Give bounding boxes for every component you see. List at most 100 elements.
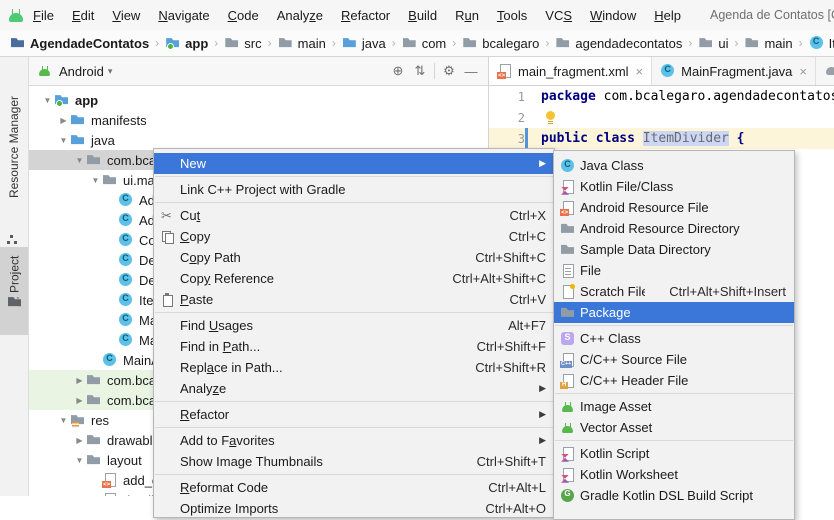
menu-build[interactable]: Build — [399, 4, 446, 27]
context-menu-item-copy-reference[interactable]: Copy ReferenceCtrl+Alt+Shift+C — [154, 268, 554, 289]
submenu-item-kotlin-script[interactable]: Kotlin Script — [554, 443, 794, 464]
menu-help[interactable]: Help — [645, 4, 690, 27]
breadcrumb-item-app[interactable]: app — [163, 35, 210, 51]
tree-collapsed-arrow-icon[interactable]: ▶ — [73, 376, 86, 385]
tree-collapsed-arrow-icon[interactable]: ▶ — [57, 116, 70, 125]
context-menu-item-reformat-code[interactable]: Reformat CodeCtrl+Alt+L — [154, 477, 554, 498]
locate-file-icon[interactable]: ⊕ — [387, 63, 409, 79]
context-menu-item-find-in-path[interactable]: Find in Path...Ctrl+Shift+F — [154, 336, 554, 357]
intention-lightbulb-icon[interactable] — [545, 110, 557, 124]
breadcrumb-item-com[interactable]: com — [400, 35, 449, 51]
menu-items: FileEditViewNavigateCodeAnalyzeRefactorB… — [24, 4, 690, 27]
submenu-item-vector-asset[interactable]: Vector Asset — [554, 417, 794, 438]
context-menu-item-replace-in-path[interactable]: Replace in Path...Ctrl+Shift+R — [154, 357, 554, 378]
menu-navigate[interactable]: Navigate — [149, 4, 218, 27]
submenu-item-android-resource-file[interactable]: Android Resource File — [554, 197, 794, 218]
class-icon — [118, 272, 134, 288]
context-menu-item-new[interactable]: New▶ — [154, 153, 554, 174]
class-icon — [809, 35, 825, 51]
breadcrumb-item-main[interactable]: main — [276, 35, 328, 51]
menu-analyze[interactable]: Analyze — [268, 4, 332, 27]
kotlin-icon — [560, 467, 576, 483]
context-menu-item-copy[interactable]: CopyCtrl+C — [154, 226, 554, 247]
android-studio-logo-icon — [8, 7, 24, 23]
hide-panel-icon[interactable]: — — [460, 64, 482, 79]
context-menu-item-add-to-favorites[interactable]: Add to Favorites▶ — [154, 430, 554, 451]
context-menu-item-optimize-imports[interactable]: Optimize ImportsCtrl+Alt+O — [154, 498, 554, 519]
menu-window[interactable]: Window — [581, 4, 645, 27]
menu-item-shortcut: Ctrl+Shift+T — [477, 454, 546, 469]
menu-view[interactable]: View — [103, 4, 149, 27]
menu-item-shortcut: Ctrl+Alt+Shift+Insert — [669, 284, 786, 299]
breadcrumb-item-itemdivider[interactable]: ItemDivider — [807, 35, 834, 51]
tab-mainfragment-java[interactable]: MainFragment.java× — [652, 57, 816, 85]
menu-edit[interactable]: Edit — [63, 4, 103, 27]
tree-item-java[interactable]: ▼ java — [29, 130, 488, 150]
menu-item-label: Image Asset — [580, 399, 786, 414]
breadcrumb-item-agendadecontatos[interactable]: AgendadeContatos — [8, 35, 151, 51]
app-folder-icon — [54, 92, 70, 108]
submenu-item-sample-data-directory[interactable]: Sample Data Directory — [554, 239, 794, 260]
tree-expanded-arrow-icon[interactable]: ▼ — [57, 136, 70, 145]
breadcrumb-label: main — [764, 36, 792, 51]
context-menu-item-paste[interactable]: PasteCtrl+V — [154, 289, 554, 310]
tree-expanded-arrow-icon[interactable]: ▼ — [57, 416, 70, 425]
context-menu-item-cut[interactable]: CutCtrl+X — [154, 205, 554, 226]
menu-item-label: Link C++ Project with Gradle — [180, 182, 546, 197]
tree-collapsed-arrow-icon[interactable]: ▶ — [73, 436, 86, 445]
context-menu-item-find-usages[interactable]: Find UsagesAlt+F7 — [154, 315, 554, 336]
submenu-item-android-resource-directory[interactable]: Android Resource Directory — [554, 218, 794, 239]
project-tool-button[interactable]: 1: Project — [0, 247, 28, 335]
menu-bar: FileEditViewNavigateCodeAnalyzeRefactorB… — [0, 0, 834, 30]
breadcrumb-item-java[interactable]: java — [340, 35, 388, 51]
breadcrumb-item-bcalegaro[interactable]: bcalegaro — [460, 35, 541, 51]
breadcrumb-item-main[interactable]: main — [742, 35, 794, 51]
package-folder-icon — [86, 372, 102, 388]
resource-manager-tool-button[interactable]: Resource Manager — [0, 67, 28, 227]
close-icon[interactable]: × — [799, 64, 807, 79]
tree-item-label: java — [91, 133, 115, 148]
menu-file[interactable]: File — [24, 4, 63, 27]
submenu-item-java-class[interactable]: Java Class — [554, 155, 794, 176]
close-icon[interactable]: × — [636, 64, 644, 79]
context-menu-item-copy-path[interactable]: Copy PathCtrl+Shift+C — [154, 247, 554, 268]
submenu-item-kotlin-worksheet[interactable]: Kotlin Worksheet — [554, 464, 794, 485]
tree-expanded-arrow-icon[interactable]: ▼ — [41, 96, 54, 105]
submenu-item-c-class[interactable]: C++ Class — [554, 328, 794, 349]
menu-run[interactable]: Run — [446, 4, 488, 27]
collapse-all-icon[interactable]: ⇅ — [409, 63, 431, 79]
tree-expanded-arrow-icon[interactable]: ▼ — [73, 456, 86, 465]
folder-icon — [462, 35, 478, 51]
submenu-item-kotlin-file-class[interactable]: Kotlin File/Class — [554, 176, 794, 197]
tree-item-app[interactable]: ▼app — [29, 90, 488, 110]
submenu-item-file[interactable]: File — [554, 260, 794, 281]
gear-icon[interactable]: ⚙ — [438, 63, 460, 79]
context-menu-item-link-c-project-with-gradle[interactable]: Link C++ Project with Gradle — [154, 179, 554, 200]
tree-item-manifests[interactable]: ▶manifests — [29, 110, 488, 130]
class-icon — [118, 252, 134, 268]
menu-refactor[interactable]: Refactor — [332, 4, 399, 27]
breadcrumb-item-agendadecontatos[interactable]: agendadecontatos — [553, 35, 684, 51]
submenu-item-package[interactable]: Package — [554, 302, 794, 323]
project-view-selector[interactable]: Android — [59, 64, 104, 79]
submenu-item-c-c-source-file[interactable]: C/C++ Source File — [554, 349, 794, 370]
context-menu-item-refactor[interactable]: Refactor▶ — [154, 404, 554, 425]
tab-build[interactable]: build. — [816, 57, 834, 85]
context-menu-item-show-image-thumbnails[interactable]: Show Image ThumbnailsCtrl+Shift+T — [154, 451, 554, 472]
menu-code[interactable]: Code — [219, 4, 268, 27]
breadcrumb-item-src[interactable]: src — [222, 35, 263, 51]
breadcrumb-item-ui[interactable]: ui — [696, 35, 730, 51]
menu-tools[interactable]: Tools — [488, 4, 536, 27]
tree-expanded-arrow-icon[interactable]: ▼ — [73, 156, 86, 165]
chevron-down-icon[interactable]: ▾ — [108, 66, 113, 77]
submenu-item-scratch-file[interactable]: Scratch FileCtrl+Alt+Shift+Insert — [554, 281, 794, 302]
menu-vcs[interactable]: VCS — [536, 4, 581, 27]
android-icon — [560, 419, 580, 436]
submenu-item-image-asset[interactable]: Image Asset — [554, 396, 794, 417]
tree-expanded-arrow-icon[interactable]: ▼ — [89, 176, 102, 185]
context-menu-item-analyze[interactable]: Analyze▶ — [154, 378, 554, 399]
submenu-item-c-c-header-file[interactable]: C/C++ Header File — [554, 370, 794, 391]
tab-main-fragment-xml[interactable]: main_fragment.xml× — [489, 57, 652, 85]
tree-collapsed-arrow-icon[interactable]: ▶ — [73, 396, 86, 405]
cpp-class-icon — [560, 330, 580, 347]
